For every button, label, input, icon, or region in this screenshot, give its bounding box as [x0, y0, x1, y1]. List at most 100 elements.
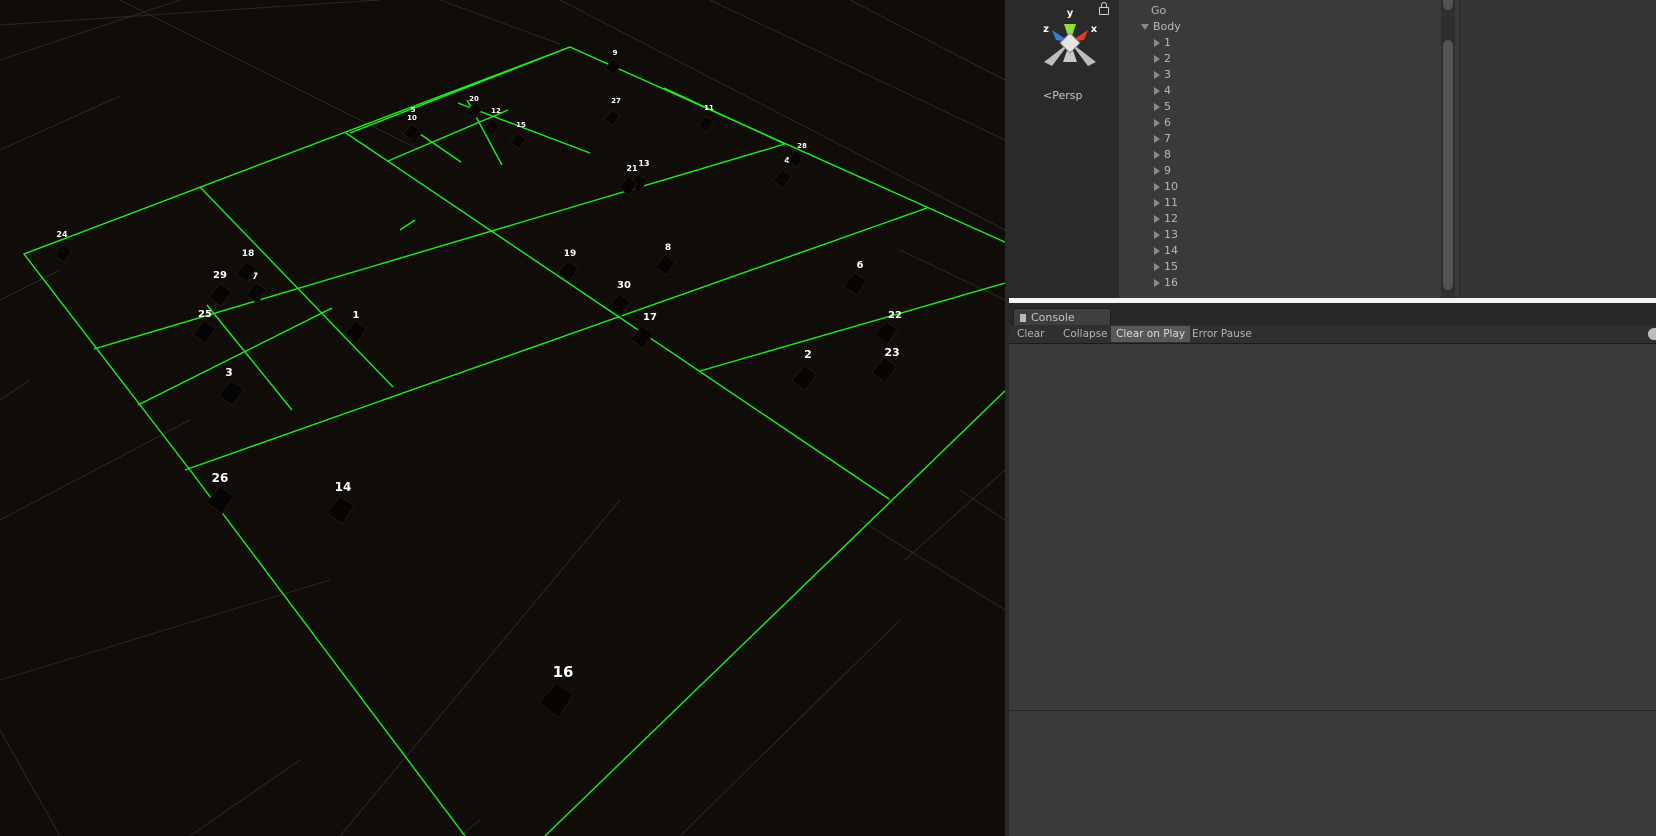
cube-object[interactable]: [654, 254, 676, 276]
object-label: 5: [411, 106, 416, 114]
object-label: 3: [225, 366, 233, 379]
hierarchy-item-label: 1: [1164, 36, 1171, 49]
collapsed-arrow-icon[interactable]: [1154, 279, 1160, 287]
collapsed-arrow-icon[interactable]: [1154, 247, 1160, 255]
hierarchy-item[interactable]: 11: [1154, 195, 1178, 211]
collapsed-arrow-icon[interactable]: [1154, 135, 1160, 143]
hierarchy-item[interactable]: 10: [1154, 179, 1178, 195]
grid-line: [849, 0, 1005, 81]
hierarchy-item[interactable]: 7: [1154, 131, 1171, 147]
hierarchy-scrollbar[interactable]: [1441, 0, 1455, 298]
object-label: 11: [704, 104, 714, 112]
cube-object[interactable]: [483, 118, 501, 136]
hierarchy-item[interactable]: 12: [1154, 211, 1178, 227]
inspector-panel: [1460, 0, 1656, 298]
cube-object[interactable]: [870, 356, 898, 384]
octree-node-edge: [184, 207, 928, 471]
collapsed-arrow-icon[interactable]: [1154, 199, 1160, 207]
hierarchy-item[interactable]: Go: [1141, 3, 1166, 19]
console-options-toggle[interactable]: [1648, 328, 1656, 340]
cube-object[interactable]: [604, 58, 622, 76]
hierarchy-item[interactable]: Body: [1141, 19, 1181, 35]
collapsed-arrow-icon[interactable]: [1154, 151, 1160, 159]
cube-object[interactable]: [697, 115, 715, 133]
hierarchy-item-label: 2: [1164, 52, 1171, 65]
hierarchy-item[interactable]: 5: [1154, 99, 1171, 115]
clear-button[interactable]: Clear: [1012, 326, 1049, 342]
cube-object[interactable]: [790, 364, 818, 392]
collapsed-arrow-icon[interactable]: [1154, 87, 1160, 95]
cube-object[interactable]: [191, 319, 217, 345]
cube-object[interactable]: [603, 109, 621, 127]
console-detail-area[interactable]: [1009, 711, 1656, 836]
collapsed-arrow-icon[interactable]: [1154, 183, 1160, 191]
collapsed-arrow-icon[interactable]: [1154, 263, 1160, 271]
cube-object[interactable]: [629, 324, 655, 350]
cube-object[interactable]: [842, 271, 868, 297]
hierarchy-item-label: 7: [1164, 132, 1171, 145]
cube-object[interactable]: [205, 485, 235, 515]
lock-icon[interactable]: [1099, 2, 1109, 15]
cube-object[interactable]: [465, 102, 483, 120]
hierarchy-item[interactable]: 13: [1154, 227, 1178, 243]
hierarchy-item-label: 16: [1164, 276, 1178, 289]
grid-line: [439, 0, 561, 45]
hierarchy-item[interactable]: 6: [1154, 115, 1171, 131]
console-log-area[interactable]: [1009, 344, 1656, 710]
cube-object[interactable]: [217, 379, 245, 407]
collapse-button[interactable]: Collapse: [1058, 326, 1113, 342]
octree-node-edge: [199, 186, 394, 388]
hierarchy-panel[interactable]: Go Body 1 2 3 4 5 6 7 8 9 10 11 12 13 14 15 16: [1119, 0, 1459, 298]
grid-line: [0, 0, 381, 26]
cube-object[interactable]: [538, 682, 574, 718]
object-label: 28: [797, 142, 807, 150]
hierarchy-item-label: 13: [1164, 228, 1178, 241]
cube-object[interactable]: [509, 132, 527, 150]
object-label: 30: [617, 280, 631, 291]
cube-object[interactable]: [53, 243, 73, 263]
hierarchy-item[interactable]: 16: [1154, 275, 1178, 291]
collapsed-arrow-icon[interactable]: [1154, 231, 1160, 239]
cube-object[interactable]: [325, 495, 355, 525]
cube-object[interactable]: [787, 150, 805, 168]
scrollbar-thumb[interactable]: [1443, 40, 1453, 290]
collapsed-arrow-icon[interactable]: [1154, 55, 1160, 63]
cube-object[interactable]: [873, 320, 899, 346]
grid-line: [0, 579, 331, 681]
collapsed-arrow-icon[interactable]: [1154, 39, 1160, 47]
octree-node-edge: [345, 132, 890, 500]
object-label: 2: [804, 348, 812, 361]
hierarchy-item[interactable]: 14: [1154, 243, 1178, 259]
scrollbar-top-cap[interactable]: [1443, 0, 1453, 10]
cube-object[interactable]: [606, 292, 632, 318]
object-label: 19: [564, 249, 577, 259]
object-label: 29: [213, 270, 227, 281]
clear-on-play-button[interactable]: Clear on Play: [1111, 326, 1191, 342]
grid-line: [0, 379, 31, 401]
grid-line: [0, 419, 191, 521]
orientation-gizmo[interactable]: y x z: [1030, 4, 1110, 84]
collapsed-arrow-icon[interactable]: [1154, 71, 1160, 79]
projection-toggle[interactable]: <Persp: [1043, 89, 1082, 102]
scene-view[interactable]: 1 2 3 4 5 6 7 8 9 10 11 12 13 14 15 16 17 18 19 20 21 22 23 24 2…: [0, 0, 1005, 836]
collapsed-arrow-icon[interactable]: [1154, 119, 1160, 127]
error-pause-button[interactable]: Error Pause: [1187, 326, 1257, 342]
hierarchy-item[interactable]: 9: [1154, 163, 1171, 179]
collapsed-arrow-icon[interactable]: [1154, 103, 1160, 111]
hierarchy-item[interactable]: 2: [1154, 51, 1171, 67]
hierarchy-item[interactable]: 3: [1154, 67, 1171, 83]
cube-object[interactable]: [207, 282, 233, 308]
hierarchy-item[interactable]: 15: [1154, 259, 1178, 275]
cube-object[interactable]: [245, 282, 267, 304]
collapsed-arrow-icon[interactable]: [1154, 215, 1160, 223]
hierarchy-item[interactable]: 4: [1154, 83, 1171, 99]
scene-canvas[interactable]: 123456789101112131415161718 1920212223242…: [0, 0, 1005, 836]
grid-line: [899, 249, 1005, 301]
tab-console[interactable]: Console: [1013, 308, 1111, 326]
expanded-arrow-icon[interactable]: [1141, 24, 1149, 30]
hierarchy-item-label: 9: [1164, 164, 1171, 177]
hierarchy-item[interactable]: 1: [1154, 35, 1171, 51]
hierarchy-item[interactable]: 8: [1154, 147, 1171, 163]
cube-object[interactable]: [772, 169, 792, 189]
collapsed-arrow-icon[interactable]: [1154, 167, 1160, 175]
